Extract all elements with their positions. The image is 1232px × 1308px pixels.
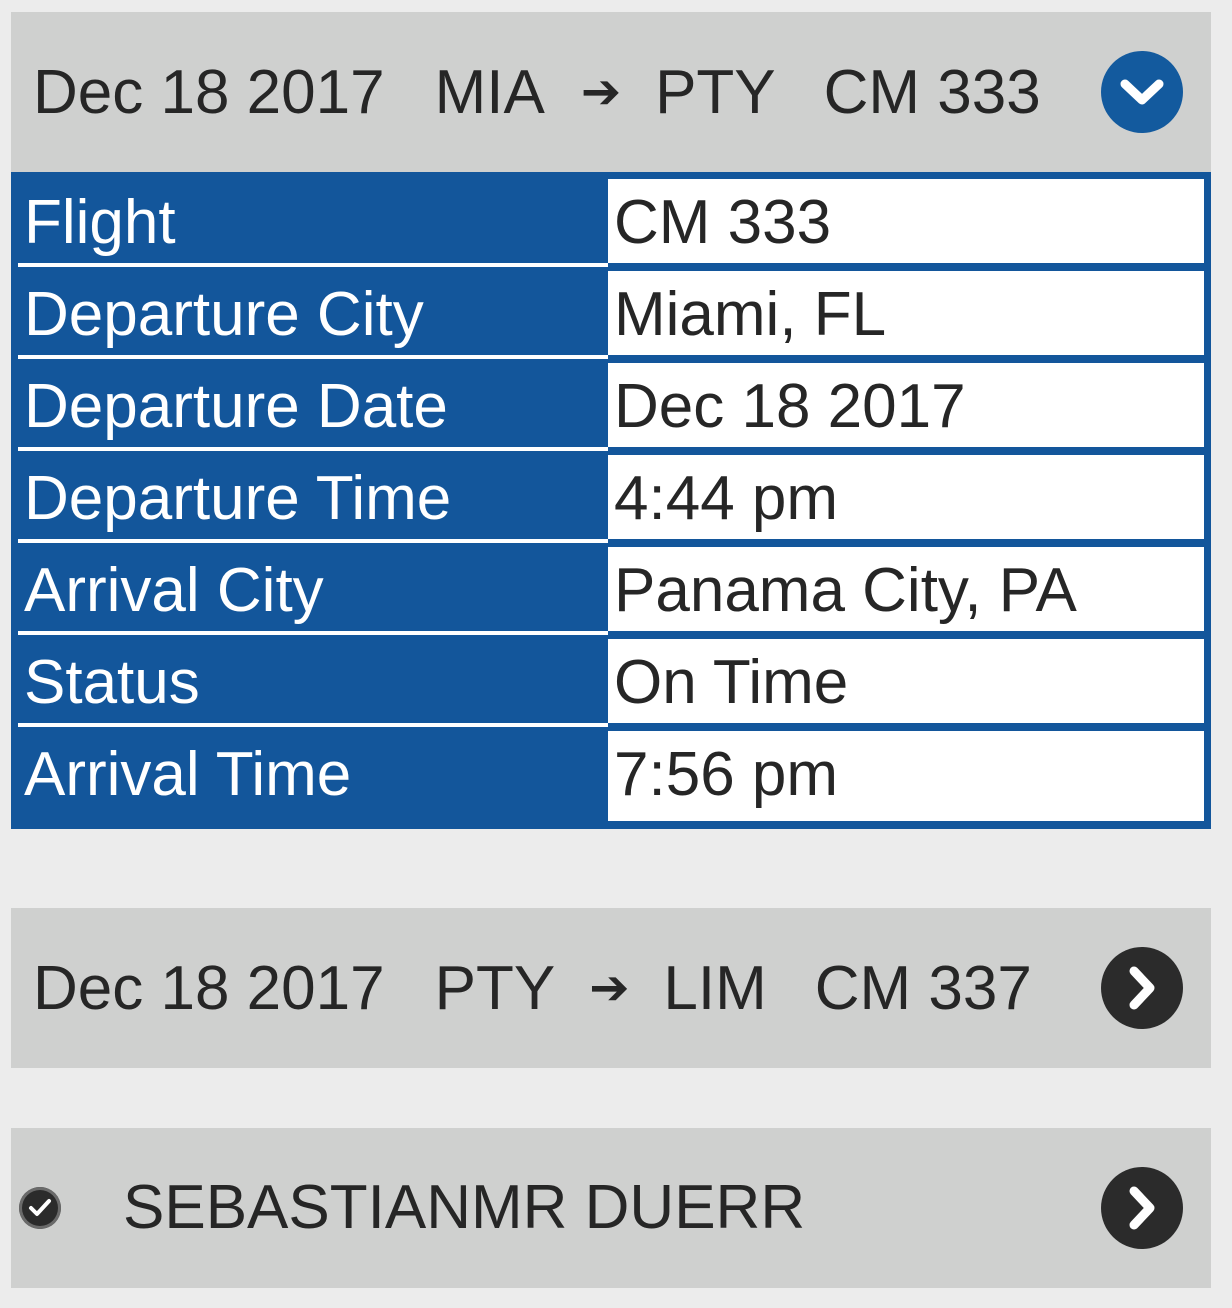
segment-date: Dec 18 2017 (33, 953, 385, 1023)
segment-panel-2: Dec 18 2017 PTY ➔ LIM CM 337 (11, 908, 1211, 1068)
detail-value: Panama City, PA (608, 547, 1204, 635)
segment-destination: LIM (663, 953, 767, 1023)
arrow-right-icon: ➔ (580, 66, 622, 119)
passenger-name: SEBASTIANMR DUERR (123, 1173, 806, 1242)
segment-origin: PTY (434, 953, 556, 1023)
detail-value: Miami, FL (608, 271, 1204, 359)
table-row: Departure Date Dec 18 2017 (18, 363, 1204, 451)
chevron-right-icon[interactable] (1101, 1167, 1183, 1249)
detail-label: Departure Date (18, 363, 608, 451)
table-row: Departure City Miami, FL (18, 271, 1204, 359)
detail-value: On Time (608, 639, 1204, 727)
detail-value: 4:44 pm (608, 455, 1204, 543)
segment-origin: MIA (434, 57, 545, 127)
segment-date: Dec 18 2017 (33, 57, 385, 127)
detail-label: Flight (18, 179, 608, 267)
table-row: Departure Time 4:44 pm (18, 455, 1204, 543)
detail-label: Arrival Time (24, 740, 352, 809)
passenger-row[interactable]: SEBASTIANMR DUERR (11, 1128, 1211, 1288)
detail-value: Dec 18 2017 (608, 363, 1204, 451)
segment-header-2[interactable]: Dec 18 2017 PTY ➔ LIM CM 337 (11, 908, 1211, 1068)
detail-label: Departure Time (18, 455, 608, 543)
arrow-right-icon: ➔ (589, 962, 630, 1015)
detail-value: 7:56 pm (608, 731, 1204, 821)
table-row: Arrival City Panama City, PA (18, 547, 1204, 635)
segment-header-1[interactable]: Dec 18 2017 MIA ➔ PTY CM 333 (11, 12, 1211, 172)
chevron-down-icon[interactable] (1101, 51, 1183, 133)
check-circle-icon (19, 1187, 61, 1229)
detail-label: Departure City (18, 271, 608, 359)
segment-destination: PTY (655, 57, 776, 127)
flight-details-table: Flight CM 333 Departure City Miami, FL D… (11, 172, 1211, 829)
detail-label: Arrival City (18, 547, 608, 635)
segment-flight-number: CM 333 (823, 57, 1041, 127)
detail-label: Status (18, 639, 608, 727)
segment-flight-number: CM 337 (814, 953, 1032, 1023)
segment-panel-1: Dec 18 2017 MIA ➔ PTY CM 333 (11, 12, 1211, 172)
chevron-right-icon[interactable] (1101, 947, 1183, 1029)
flight-itinerary: Dec 18 2017 MIA ➔ PTY CM 333 Flight CM 3… (0, 0, 1232, 1308)
table-row: Status On Time (18, 639, 1204, 727)
table-row: Flight CM 333 (18, 179, 1204, 267)
detail-value: CM 333 (608, 179, 1204, 267)
table-row: Arrival Time 7:56 pm (18, 731, 1204, 821)
